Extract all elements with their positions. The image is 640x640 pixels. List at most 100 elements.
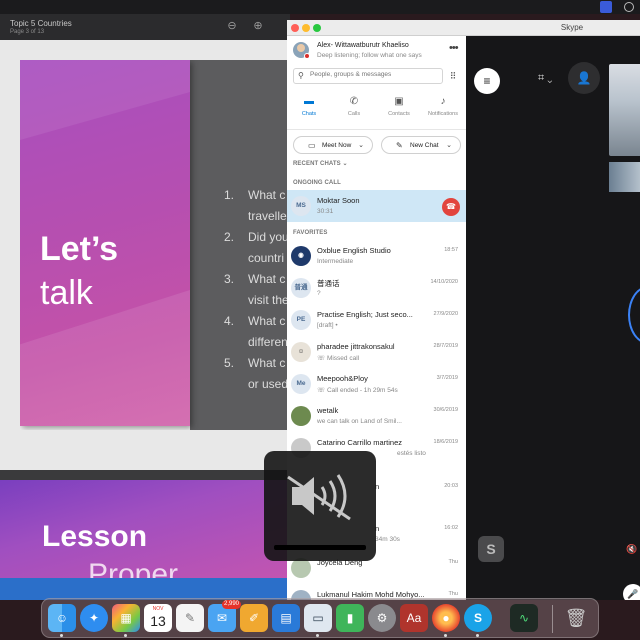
hamburger-menu-icon[interactable]: ≡ <box>474 68 500 94</box>
slide-canvas: Let’s talk 1. What c travelle 2. Did you… <box>0 40 290 470</box>
clock-icon[interactable] <box>624 2 634 12</box>
desktop: Topic 5 Countries Page 3 of 13 ⊖ ⊕ Let’s… <box>0 0 640 640</box>
favorites-header: FAVORITES <box>293 230 328 236</box>
presentation-titlebar: Topic 5 Countries Page 3 of 13 ⊖ ⊕ <box>0 14 290 40</box>
chat-name: pharadee jittrakonsakul <box>317 342 395 351</box>
ongoing-call-header: ONGOING CALL <box>293 180 341 186</box>
new-chat-button[interactable]: ✎ New Chat ⌄ <box>381 136 461 154</box>
question-item: 2. Did you countri <box>224 230 294 272</box>
chat-name: Meepooh&Ploy <box>317 374 368 383</box>
search-icon: ⚲ <box>298 71 304 80</box>
avatar <box>291 406 311 426</box>
more-options-icon[interactable]: ••• <box>449 42 459 54</box>
microphone-icon[interactable]: 🎤 <box>623 584 640 600</box>
chat-date: 18/6/2019 <box>433 439 458 445</box>
meet-now-button[interactable]: ▭ Meet Now ⌄ <box>293 136 373 154</box>
speaker-muted-icon[interactable]: 🔇 <box>626 544 637 555</box>
bell-icon: ♪ <box>440 96 446 107</box>
chat-preview-text: Call ended - 1h 29m 54s <box>326 387 398 394</box>
add-participant-icon[interactable]: 👤 <box>568 62 600 94</box>
question-number: 2. <box>224 230 235 244</box>
chat-item[interactable]: 普通 普通话 ? 14/10/2020 <box>287 272 466 304</box>
finder-icon[interactable]: ☺ <box>48 604 76 632</box>
ongoing-call-row[interactable]: MS Moktar Soon 30:31 ☎ <box>287 190 466 222</box>
slide-magenta-panel: Let’s talk <box>20 60 190 426</box>
chevron-down-icon: ⌄ <box>446 142 452 149</box>
calendar-icon[interactable]: NOV 13 <box>144 604 172 632</box>
trash-icon[interactable]: 🗑 <box>562 604 590 632</box>
profile-header[interactable]: Alex- Wittawatburutr Khaeliso Deep liste… <box>293 42 461 64</box>
participant-avatar-ring <box>628 286 640 344</box>
recent-chats-header[interactable]: RECENT CHATS ⌄ <box>293 160 348 167</box>
dictionary-icon[interactable]: Aa <box>400 604 428 632</box>
system-preferences-icon[interactable]: ⚙ <box>368 604 396 632</box>
record-indicator-icon[interactable] <box>600 1 612 13</box>
avatar <box>291 558 311 578</box>
chat-item[interactable]: PE Practise English; Just seco... [draft… <box>287 304 466 336</box>
numbers-icon[interactable]: ▮ <box>336 604 364 632</box>
chat-date: Thu <box>448 591 458 597</box>
new-chat-label: New Chat <box>410 142 439 149</box>
question-list: 1. What c travelle 2. Did you countri 3.… <box>224 188 294 398</box>
avatar: MS <box>291 196 311 216</box>
participant-video-thumbnail[interactable] <box>609 64 640 156</box>
zoom-out-icon[interactable]: ⊖ <box>226 20 238 32</box>
chat-date: 20:03 <box>444 483 458 489</box>
mail-icon[interactable]: ✉ 2,990 <box>208 600 242 632</box>
end-call-button[interactable]: ☎ <box>442 198 460 216</box>
slide-lesson[interactable]: Lesson Proper <box>0 480 290 580</box>
chat-item[interactable]: ☺ pharadee jittrakonsakul ☏ Missed call … <box>287 336 466 368</box>
preview-icon[interactable]: ▭ <box>304 604 332 632</box>
screen-layout-icon[interactable]: ⌗ ⌄ <box>538 72 552 85</box>
tab-label: Calls <box>347 111 361 117</box>
participant-video-thumbnail[interactable] <box>609 162 640 192</box>
question-number: 4. <box>224 314 235 328</box>
launchpad-icon[interactable]: ▦ <box>112 604 140 632</box>
tab-label: Contacts <box>388 111 410 117</box>
firefox-icon[interactable]: ● <box>432 604 460 632</box>
textedit-icon[interactable]: ✎ <box>176 604 204 632</box>
phone-icon: ✆ <box>349 96 359 107</box>
search-input[interactable] <box>310 71 440 78</box>
search-box[interactable]: ⚲ <box>293 68 443 84</box>
question-item: 4. What c differen <box>224 314 294 356</box>
tab-contacts[interactable]: ▣ Contacts <box>377 90 421 130</box>
chat-item[interactable]: Me Meepooh&Ploy ☏ Call ended - 1h 29m 54… <box>287 368 466 400</box>
chat-item[interactable]: ◉ Oxblue English Studio Intermediate 18:… <box>287 240 466 272</box>
question-text: visit the <box>248 293 289 307</box>
skype-icon[interactable]: S <box>464 604 492 632</box>
nav-tabs: ▬ Chats ✆ Calls ▣ Contacts ♪ Notificatio… <box>287 90 466 130</box>
chat-preview: estés listo <box>397 450 426 457</box>
safari-icon[interactable]: ✦ <box>80 604 108 632</box>
slide-heading-light: talk <box>40 274 93 312</box>
keynote-icon[interactable]: ▤ <box>272 604 300 632</box>
question-item: 5. What c or used <box>224 356 294 398</box>
tab-chats[interactable]: ▬ Chats <box>287 90 331 130</box>
chat-name: Catarino Carrillo martinez <box>317 438 403 447</box>
question-item: 1. What c travelle <box>224 188 294 230</box>
tab-notifications[interactable]: ♪ Notifications <box>421 90 465 130</box>
tab-calls[interactable]: ✆ Calls <box>332 90 376 130</box>
chat-preview: we can talk on Land of Smil... <box>317 418 402 425</box>
chat-date: 30/6/2019 <box>433 407 458 413</box>
pages-icon[interactable]: ✐ <box>240 604 268 632</box>
dialpad-icon[interactable]: ⠿ <box>447 70 459 82</box>
running-indicator <box>60 634 63 637</box>
dock: ☺ ✦ ▦ NOV 13 ✎ ✉ 2,990 ✐ ▤ ▭ ▮ ⚙ Aa ● S … <box>41 598 599 638</box>
chat-name: 普通话 <box>317 279 340 288</box>
chat-preview: Intermediate <box>317 258 354 265</box>
chat-name: n <box>375 524 380 533</box>
tab-label: Notifications <box>428 111 458 117</box>
menu-bar <box>0 0 640 14</box>
question-number: 5. <box>224 356 235 370</box>
video-camera-icon: ▭ <box>308 141 316 150</box>
activity-monitor-icon[interactable]: ∿ <box>510 604 538 632</box>
running-indicator <box>316 634 319 637</box>
chat-item[interactable]: wetalk we can talk on Land of Smil... 30… <box>287 400 466 432</box>
volume-level-bar <box>274 545 366 550</box>
chat-bubble-icon: ▬ <box>304 96 314 107</box>
zoom-in-icon[interactable]: ⊕ <box>252 20 264 32</box>
question-text: What c <box>248 356 286 370</box>
chat-preview: [draft] • <box>317 322 338 329</box>
chat-preview-text: Missed call <box>326 355 360 362</box>
